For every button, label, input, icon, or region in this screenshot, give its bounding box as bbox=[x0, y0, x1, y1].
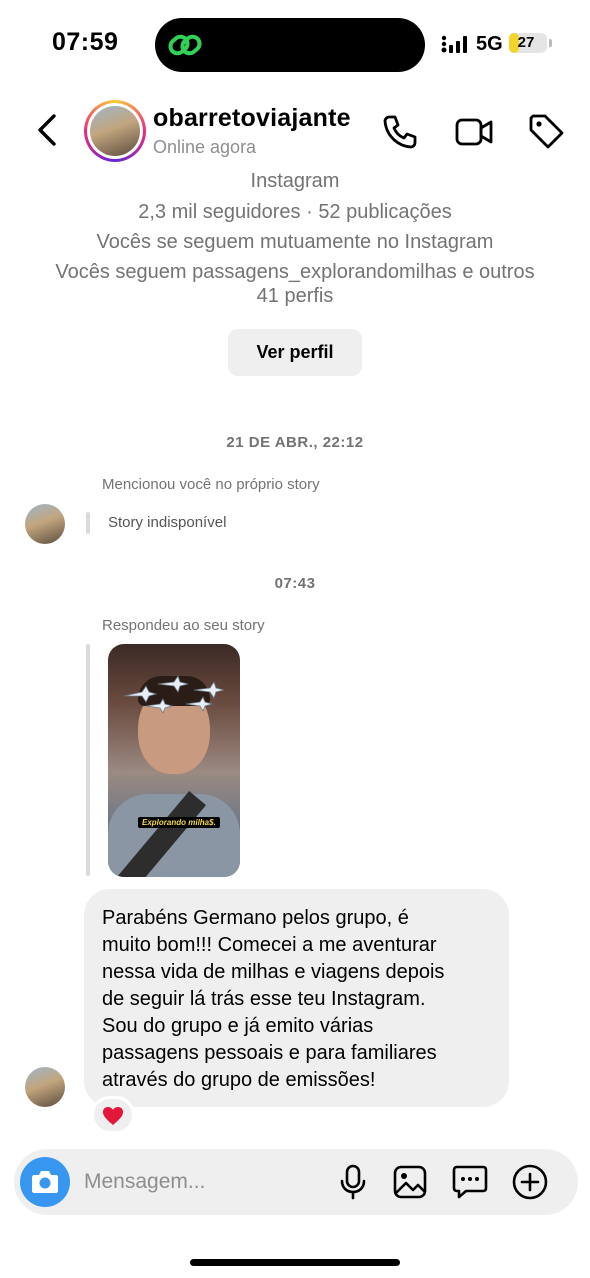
profile-stats: 2,3 mil seguidores · 52 publicações bbox=[138, 201, 452, 223]
mutual-follow-text: Vocês se seguem mutuamente no Instagram bbox=[96, 231, 494, 253]
airplane-filter-icon bbox=[123, 675, 225, 714]
username[interactable]: obarretoviajante bbox=[153, 104, 351, 133]
message-line: através do grupo de emissões! bbox=[102, 1069, 376, 1091]
home-indicator[interactable] bbox=[190, 1259, 400, 1266]
timestamp: 07:43 bbox=[274, 575, 316, 592]
avatar-image bbox=[90, 106, 140, 156]
dynamic-island bbox=[155, 18, 425, 72]
battery-level: 27 bbox=[517, 34, 535, 51]
reply-label: Respondeu ao seu story bbox=[102, 617, 265, 634]
microphone-icon[interactable] bbox=[334, 1163, 372, 1201]
plus-circle-icon[interactable] bbox=[511, 1163, 549, 1201]
followed-by-text: Vocês seguem passagens_explorandomilhas … bbox=[55, 261, 535, 283]
message-bubble[interactable]: Parabéns Germano pelos grupo, é muito bo… bbox=[84, 889, 509, 1107]
message-line: Sou do grupo e já emito várias bbox=[102, 1015, 374, 1037]
sender-avatar[interactable] bbox=[25, 1067, 65, 1107]
avatar[interactable] bbox=[84, 100, 146, 162]
online-status: Online agora bbox=[153, 137, 257, 157]
message-composer bbox=[14, 1149, 578, 1215]
message-line: de seguir lá trás esse teu Instagram. bbox=[102, 988, 426, 1010]
message-line: muito bom!!! Comecei a me aventurar bbox=[102, 934, 437, 956]
message-line: nessa vida de milhas e viagens depois bbox=[102, 961, 445, 983]
battery-nub bbox=[549, 39, 552, 47]
camera-icon bbox=[32, 1171, 58, 1193]
status-bar: 07:59 5G 27 bbox=[0, 0, 590, 90]
tag-icon[interactable] bbox=[527, 112, 567, 152]
network-type: 5G bbox=[476, 33, 503, 55]
platform-label: Instagram bbox=[250, 170, 340, 192]
view-profile-button[interactable]: Ver perfil bbox=[228, 329, 362, 376]
camera-button[interactable] bbox=[20, 1157, 70, 1207]
chat-header: obarretoviajante Online agora bbox=[0, 92, 590, 172]
mention-label: Mencionou você no próprio story bbox=[102, 476, 320, 493]
heart-icon bbox=[103, 1107, 123, 1125]
link-icon bbox=[168, 34, 202, 56]
heart-reaction[interactable] bbox=[91, 1096, 135, 1134]
message-line: Parabéns Germano pelos grupo, é bbox=[102, 907, 409, 929]
sender-avatar[interactable] bbox=[25, 504, 65, 544]
phone-icon[interactable] bbox=[380, 112, 420, 152]
signal-icon bbox=[441, 35, 467, 53]
quote-bar bbox=[86, 512, 90, 534]
video-camera-icon[interactable] bbox=[454, 112, 494, 152]
chevron-left-icon[interactable] bbox=[30, 110, 66, 150]
timestamp: 21 DE ABR., 22:12 bbox=[226, 434, 364, 451]
status-time: 07:59 bbox=[52, 28, 119, 56]
image-icon[interactable] bbox=[391, 1163, 429, 1201]
story-caption: Explorando milha$. bbox=[138, 817, 220, 828]
battery-icon: 27 bbox=[509, 33, 547, 53]
chat-bubble-icon[interactable] bbox=[451, 1163, 489, 1201]
message-line: passagens pessoais e para familiares bbox=[102, 1042, 437, 1064]
story-unavailable: Story indisponível bbox=[108, 514, 227, 531]
followed-by-count: 41 perfis bbox=[256, 285, 334, 307]
quote-bar bbox=[86, 644, 90, 876]
story-thumbnail[interactable]: Explorando milha$. bbox=[108, 644, 240, 877]
message-input[interactable] bbox=[84, 1167, 324, 1197]
